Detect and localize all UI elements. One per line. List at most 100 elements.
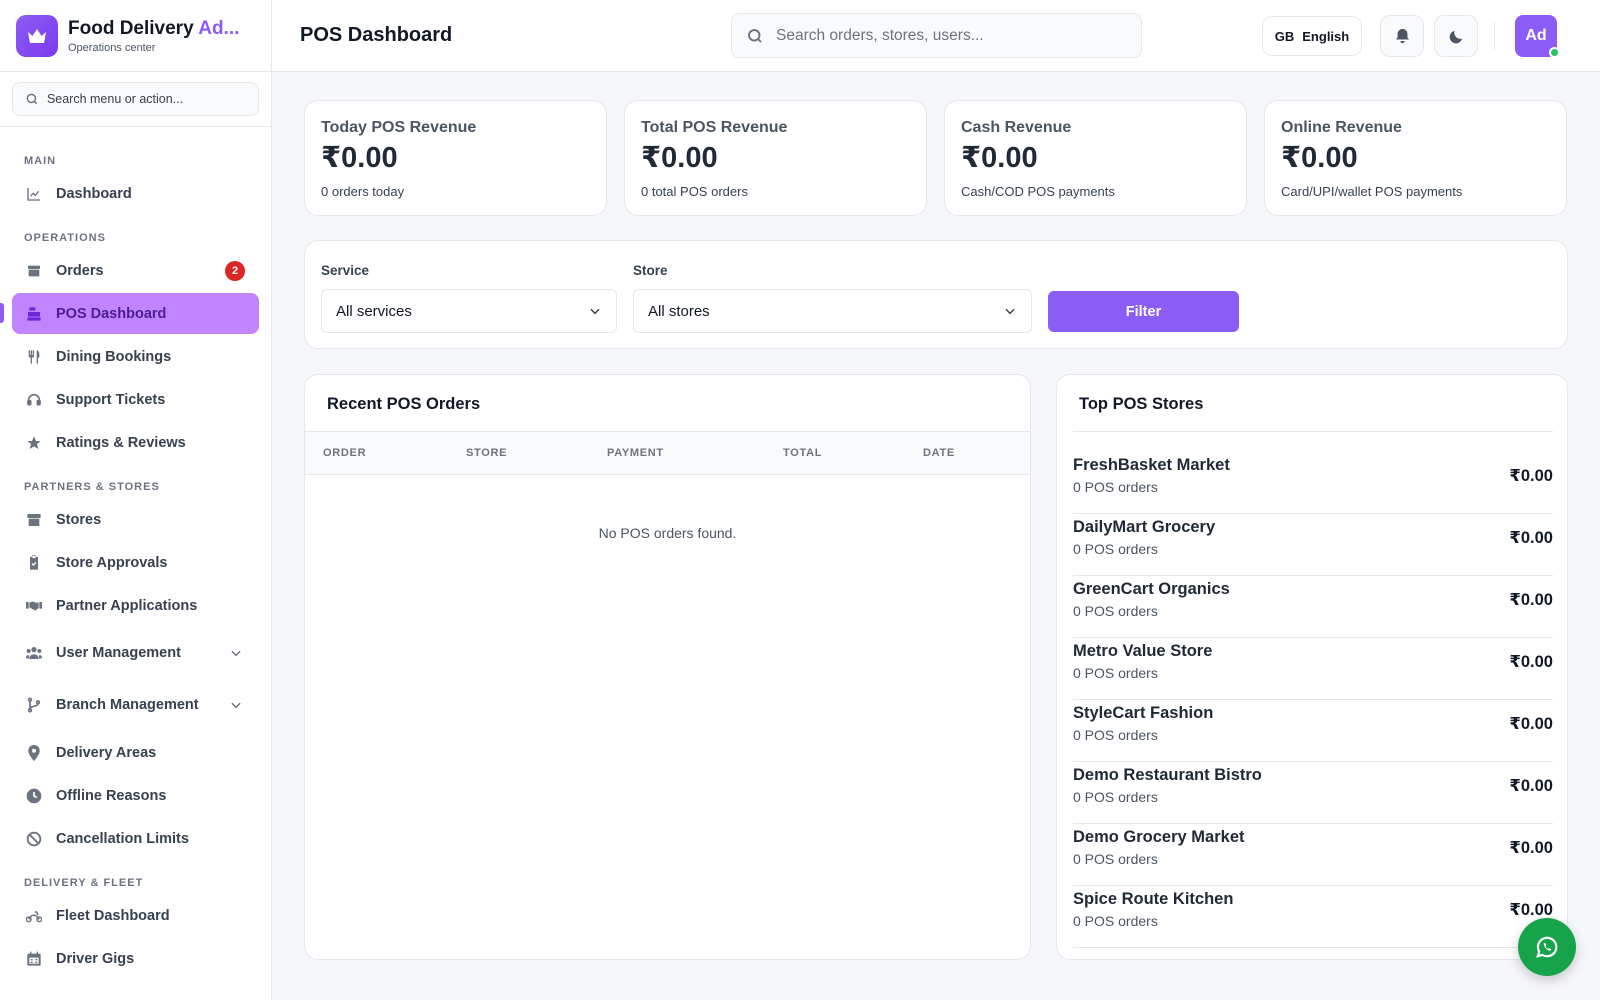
sidebar-item-branch-management[interactable]: Branch Management [12, 680, 259, 730]
moon-icon [1449, 30, 1462, 43]
search-icon [26, 93, 38, 105]
store-revenue: ₹0.00 [1509, 839, 1553, 857]
sidebar-item-ratings-reviews[interactable]: Ratings & Reviews [12, 422, 259, 463]
active-indicator [0, 303, 4, 323]
stat-title: Online Revenue [1281, 119, 1402, 136]
sidebar-item-label: Fleet Dashboard [56, 907, 170, 924]
sidebar-item-label: Driver Gigs [56, 950, 135, 967]
stat-subtitle: 0 total POS orders [641, 184, 748, 199]
sidebar-item-label: Dining Bookings [56, 348, 172, 365]
clock-icon [26, 788, 42, 804]
store-revenue: ₹0.00 [1509, 715, 1553, 733]
store-revenue: ₹0.00 [1509, 467, 1553, 485]
filter-button[interactable]: Filter [1048, 291, 1239, 332]
list-item[interactable]: Demo Restaurant Bistro 0 POS orders ₹0.0… [1073, 762, 1553, 824]
nav-section-partners: PARTNERS & STORES [24, 481, 160, 493]
list-item[interactable]: Metro Value Store 0 POS orders ₹0.00 [1073, 638, 1553, 700]
column-header-payment[interactable]: PAYMENT [607, 447, 664, 459]
store-name: FreshBasket Market [1073, 456, 1230, 474]
store-revenue: ₹0.00 [1509, 591, 1553, 609]
list-item[interactable]: DailyMart Grocery 0 POS orders ₹0.00 [1073, 514, 1553, 576]
users-icon [26, 645, 42, 661]
brand-title: Food Delivery Ad... [68, 17, 240, 39]
sidebar-item-label: Store Approvals [56, 554, 168, 571]
store-order-count: 0 POS orders [1073, 851, 1158, 867]
top-header: POS Dashboard GB English Ad [272, 0, 1600, 72]
bell-icon [1395, 28, 1409, 44]
column-header-order[interactable]: ORDER [323, 447, 366, 459]
theme-toggle-button[interactable] [1434, 15, 1478, 57]
sidebar-item-label: User Management [56, 645, 181, 661]
sidebar-item-user-management[interactable]: User Management [12, 628, 259, 678]
stat-value: ₹0.00 [961, 142, 1038, 174]
notifications-button[interactable] [1380, 15, 1424, 57]
avatar[interactable]: Ad [1515, 15, 1560, 58]
sidebar-item-driver-gigs[interactable]: Driver Gigs [12, 938, 259, 979]
store-order-count: 0 POS orders [1073, 789, 1158, 805]
language-label: English [1302, 28, 1350, 44]
sidebar-item-partner-applications[interactable]: Partner Applications [12, 585, 259, 626]
top-stores-panel: Top POS Stores FreshBasket Market 0 POS … [1056, 374, 1568, 960]
stat-card-online-revenue: Online Revenue ₹0.00 Card/UPI/wallet POS… [1264, 100, 1567, 216]
empty-state-message: No POS orders found. [598, 525, 737, 541]
service-select[interactable]: All services [321, 289, 617, 333]
sidebar-item-fleet-dashboard[interactable]: Fleet Dashboard [12, 895, 259, 936]
box-icon [26, 263, 42, 279]
stat-card-cash-revenue: Cash Revenue ₹0.00 Cash/COD POS payments [944, 100, 1247, 216]
chevron-down-icon [1005, 308, 1015, 315]
sidebar-item-label: Stores [56, 511, 102, 528]
sidebar-item-offline-reasons[interactable]: Offline Reasons [12, 775, 259, 816]
nav-section-delivery: DELIVERY & FLEET [24, 877, 144, 889]
nav-section-main: MAIN [24, 155, 57, 167]
sidebar-item-pos-dashboard[interactable]: POS Dashboard [0, 293, 259, 334]
sidebar-item-dining-bookings[interactable]: Dining Bookings [12, 336, 259, 377]
list-item[interactable]: FreshBasket Market 0 POS orders ₹0.00 [1073, 452, 1553, 514]
store-name: Demo Grocery Market [1073, 828, 1245, 846]
chevron-down-icon [229, 646, 243, 660]
sidebar-item-support-tickets[interactable]: Support Tickets [12, 379, 259, 420]
sidebar-item-label: Orders [56, 262, 104, 279]
store-select[interactable]: All stores [633, 289, 1032, 333]
list-item[interactable]: StyleCart Fashion 0 POS orders ₹0.00 [1073, 700, 1553, 762]
online-status-dot [1549, 47, 1560, 58]
store-icon [26, 512, 42, 528]
branch-icon [26, 697, 42, 713]
brand[interactable]: Food Delivery Ad... Operations center [0, 0, 271, 72]
utensils-icon [26, 349, 42, 365]
store-order-count: 0 POS orders [1073, 665, 1158, 681]
chevron-down-icon [590, 308, 600, 315]
stat-card-today-revenue: Today POS Revenue ₹0.00 0 orders today [304, 100, 607, 216]
list-item[interactable]: GreenCart Organics 0 POS orders ₹0.00 [1073, 576, 1553, 638]
sidebar-item-orders[interactable]: Orders 2 [12, 250, 259, 291]
cash-register-icon [26, 306, 42, 322]
filter-card: Service All services Store All stores Fi… [304, 240, 1568, 349]
sidebar-item-cancellation-limits[interactable]: Cancellation Limits [12, 818, 259, 859]
global-search-input[interactable] [776, 26, 1116, 45]
avatar-initials: Ad [1525, 27, 1547, 44]
column-header-store[interactable]: STORE [466, 447, 507, 459]
sidebar-item-delivery-areas[interactable]: Delivery Areas [12, 732, 259, 773]
whatsapp-chat-button[interactable] [1518, 918, 1576, 976]
stat-subtitle: Card/UPI/wallet POS payments [1281, 184, 1463, 199]
list-item[interactable]: Demo Grocery Market 0 POS orders ₹0.00 [1073, 824, 1553, 886]
global-search [731, 13, 1142, 58]
language-selector[interactable]: GB English [1262, 16, 1362, 56]
store-order-count: 0 POS orders [1073, 541, 1158, 557]
sidebar-item-dashboard[interactable]: Dashboard [12, 173, 259, 214]
sidebar-item-label: Partner Applications [56, 597, 198, 614]
sidebar-search-input[interactable] [46, 92, 246, 106]
list-item[interactable]: Spice Route Kitchen 0 POS orders ₹0.00 [1073, 886, 1553, 948]
store-order-count: 0 POS orders [1073, 727, 1158, 743]
store-name: Spice Route Kitchen [1073, 890, 1234, 908]
ban-icon [26, 831, 42, 847]
sidebar-item-label: Delivery Areas [56, 744, 157, 761]
sidebar-item-store-approvals[interactable]: Store Approvals [12, 542, 259, 583]
clipboard-check-icon [26, 554, 42, 571]
chevron-down-icon [229, 698, 243, 712]
store-revenue: ₹0.00 [1509, 777, 1553, 795]
sidebar-item-stores[interactable]: Stores [12, 499, 259, 540]
sidebar-item-label: Cancellation Limits [56, 830, 189, 847]
column-header-total[interactable]: TOTAL [783, 447, 822, 459]
search-icon [748, 28, 762, 43]
column-header-date[interactable]: DATE [923, 447, 955, 459]
